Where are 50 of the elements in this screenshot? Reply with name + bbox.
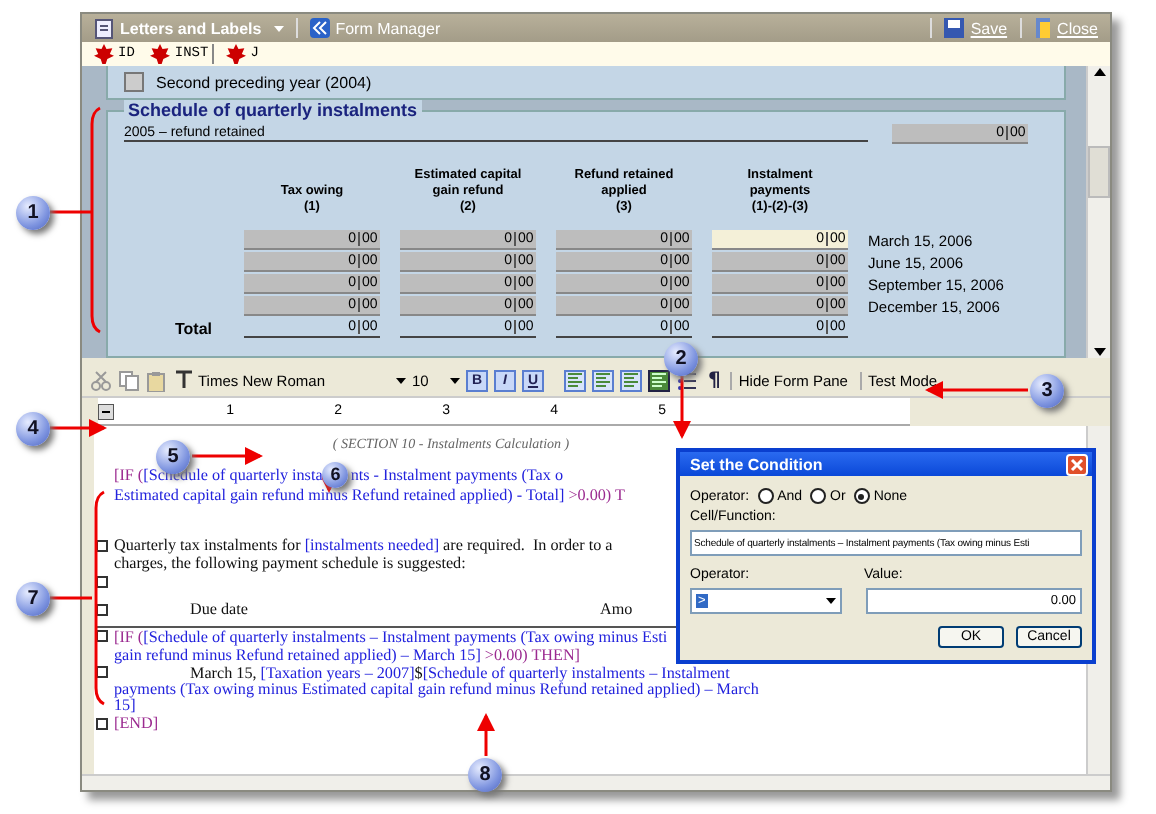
save-icon <box>944 18 965 38</box>
callout-arrow <box>192 447 263 465</box>
copy-icon[interactable] <box>118 369 140 391</box>
maple-leaf-icon <box>94 44 114 64</box>
caret-icon <box>396 377 406 383</box>
callout-badge: 7 <box>16 582 50 616</box>
total-label: Total <box>172 320 214 338</box>
document-text: March 15, [Taxation years – 2007]$[Schedule of quarterly instalments – Instalment <box>190 663 730 681</box>
maple-leaf-icon <box>226 44 247 64</box>
condition-code: Estimated capital gain refund minus Refund retained applied) - Total] >0.00) T <box>114 485 625 503</box>
radio-dot[interactable] <box>757 488 774 504</box>
checkbox[interactable] <box>124 72 144 92</box>
callout-arrow <box>50 419 107 437</box>
callout-badge: 1 <box>16 196 50 230</box>
down-arrow-icon[interactable] <box>1091 346 1107 358</box>
dialog-title: Set the Condition <box>690 455 823 473</box>
up-arrow-icon[interactable] <box>1091 66 1107 78</box>
document-text: nts - Instalment payments (Tax o <box>350 465 564 483</box>
document-text: 15] <box>114 696 136 714</box>
tab-stop-icon[interactable] <box>98 403 114 419</box>
callout-badge: 4 <box>16 412 50 446</box>
scrollbar-thumb[interactable] <box>1088 146 1110 198</box>
callout-arrow <box>477 713 495 756</box>
paragraph-marker <box>96 717 108 729</box>
align-button[interactable] <box>648 369 670 391</box>
maple-leaf-icon <box>150 44 171 64</box>
document-icon <box>94 17 114 39</box>
section-title: Schedule of quarterly instalments <box>124 100 422 120</box>
caret-icon <box>450 377 460 383</box>
font-icon <box>174 370 194 390</box>
scrollbar[interactable] <box>1086 66 1110 358</box>
document-text: charges, the following payment schedule is suggested: <box>114 554 466 572</box>
back-icon <box>309 18 330 38</box>
caret-icon <box>826 598 836 604</box>
formatting-marks-button[interactable]: ¶ <box>704 369 725 391</box>
caret-icon <box>273 25 284 31</box>
radio-dot[interactable] <box>853 488 870 504</box>
close-button[interactable] <box>1066 453 1088 475</box>
callout-arrow <box>673 376 691 439</box>
condition-code: gain refund minus Refund retained applied) – March 15] >0.00) THEN] <box>114 645 581 663</box>
column-heading: Amo <box>600 600 633 618</box>
document-text: Quarterly tax instalments for [instalments needed] are required. In order to a <box>114 536 613 554</box>
condition-code: [IF ([Schedule of quarterly instalments – Instalment payments (Tax owing minus Esti <box>114 627 668 645</box>
door-icon <box>1033 18 1052 38</box>
condition-code: [END] <box>114 714 159 732</box>
radio-dot[interactable] <box>810 488 827 504</box>
document-text: payments (Tax owing minus Estimated capital gain refund minus Refund retained applied) – March <box>114 679 759 697</box>
column-heading: Due date <box>190 600 248 618</box>
checkbox-label: Second preceding year (2004) <box>156 73 372 91</box>
callout-badge: 6 <box>322 461 349 487</box>
